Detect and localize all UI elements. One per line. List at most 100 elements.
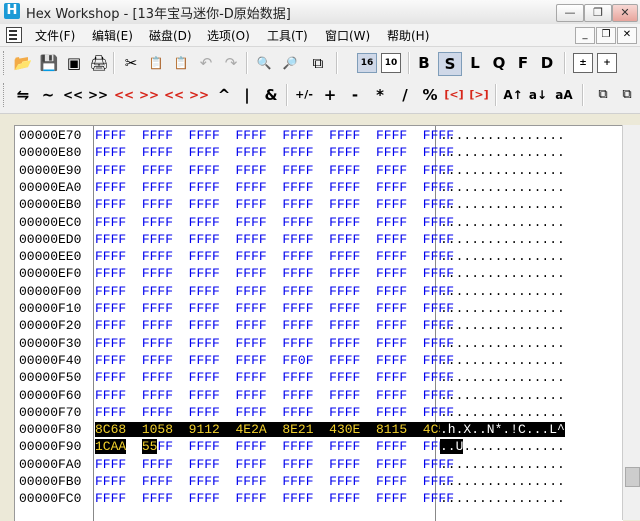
goto-icon[interactable]: ⧉ (307, 52, 329, 74)
hex-word[interactable]: FFFF (142, 388, 173, 403)
hex-word[interactable]: FFFF (376, 439, 407, 454)
hex-row[interactable]: 00000ED0 FFFF FFFF FFFF FFFF FFFF FFFF FF… (15, 232, 623, 249)
hex-word[interactable]: FFFF (235, 370, 266, 385)
hex-word[interactable]: FFFF (282, 301, 313, 316)
mdi-minimize-button[interactable]: _ (575, 27, 595, 44)
ascii-text[interactable]: ................ (440, 491, 565, 506)
properties-icon[interactable]: ⧉ (616, 84, 638, 106)
hex-word[interactable]: FFFF (142, 215, 173, 230)
hex-row[interactable]: 00000F20 FFFF FFFF FFFF FFFF FFFF FFFF FF… (15, 318, 623, 335)
hex-word[interactable]: FFFF (329, 301, 360, 316)
hex-word[interactable]: FFFF (189, 336, 220, 351)
minimize-button[interactable]: — (556, 4, 584, 22)
hex-word[interactable]: FFFF (376, 128, 407, 143)
uppercase-icon[interactable]: A↑ (502, 84, 524, 106)
hex-word[interactable]: FFFF (142, 197, 173, 212)
hex-bytes[interactable]: FFFF FFFF FFFF FFFF FFFF FFFF FFFF FFFF (95, 180, 454, 195)
hex-word[interactable]: FFFF (189, 405, 220, 420)
ascii-text[interactable]: ................ (440, 145, 565, 160)
hex-word[interactable]: FFFF (329, 284, 360, 299)
hex-row[interactable]: 00000F40 FFFF FFFF FFFF FFFF FF0F FFFF FF… (15, 353, 623, 370)
hex-word[interactable]: 430E (329, 422, 361, 438)
ascii-text[interactable]: ................ (440, 249, 565, 264)
ascii-text[interactable]: ................ (440, 301, 565, 316)
byte-button[interactable]: B (413, 52, 435, 74)
hex-word[interactable]: FFFF (282, 163, 313, 178)
hex-word[interactable]: FFFF (95, 491, 126, 506)
hex-word[interactable]: FFFF (142, 474, 173, 489)
hex-bytes[interactable]: FFFF FFFF FFFF FFFF FFFF FFFF FFFF FFFF (95, 318, 454, 333)
menu-disk[interactable]: 磁盘(D) (149, 27, 192, 44)
menu-tools[interactable]: 工具(T) (267, 27, 308, 44)
hex-word[interactable]: FFFF (376, 232, 407, 247)
hex-bytes[interactable]: FFFF FFFF FFFF FFFF FFFF FFFF FFFF FFFF (95, 215, 454, 230)
hex-word[interactable]: FFFF (329, 370, 360, 385)
ascii-text[interactable]: ................ (440, 457, 565, 472)
ascii-text[interactable]: ................ (440, 266, 565, 281)
hex-bytes[interactable]: FFFF FFFF FFFF FFFF FFFF FFFF FFFF FFFF (95, 405, 454, 420)
hex-word[interactable]: FFFF (329, 197, 360, 212)
hex-word[interactable]: FFFF (282, 284, 313, 299)
ascii-text[interactable]: ................ (440, 197, 565, 212)
hex-row[interactable]: 00000E70 FFFF FFFF FFFF FFFF FFFF FFFF FF… (15, 128, 623, 145)
hex-word[interactable]: 8115 (375, 422, 408, 438)
maximize-button[interactable]: ❐ (584, 4, 612, 22)
hex-word[interactable]: FFFF (95, 232, 126, 247)
hex-row[interactable]: 00000E90 FFFF FFFF FFFF FFFF FFFF FFFF FF… (15, 163, 623, 180)
hex-word[interactable]: FFFF (376, 474, 407, 489)
ascii-text[interactable]: ................ (440, 388, 565, 403)
hex-word[interactable]: FFFF (329, 145, 360, 160)
hex-word[interactable]: FFFF (95, 405, 126, 420)
hex-row[interactable]: 00000EC0 FFFF FFFF FFFF FFFF FFFF FFFF FF… (15, 215, 623, 232)
hex-word[interactable]: FFFF (235, 163, 266, 178)
hex-word[interactable]: 1058 (141, 422, 174, 438)
hex-word[interactable]: FFFF (235, 491, 266, 506)
block-right-icon[interactable]: [>] (468, 84, 490, 106)
swap-icon[interactable]: ⇋ (12, 84, 34, 106)
hex-row[interactable]: 00000FA0 FFFF FFFF FFFF FFFF FFFF FFFF FF… (15, 457, 623, 474)
hex-word[interactable]: FFFF (376, 301, 407, 316)
hex-word[interactable]: FFFF (189, 266, 220, 281)
hex-bytes[interactable]: FFFF FFFF FFFF FFFF FFFF FFFF FFFF FFFF (95, 301, 454, 316)
hex-word[interactable]: FFFF (142, 284, 173, 299)
ascii-text[interactable]: ................ (440, 284, 565, 299)
xor-icon[interactable]: ^ (213, 84, 235, 106)
hex-word[interactable]: FFFF (189, 439, 220, 454)
hex-bytes[interactable]: FFFF FFFF FFFF FFFF FFFF FFFF FFFF FFFF (95, 163, 454, 178)
hex-word[interactable]: FFFF (142, 266, 173, 281)
hex-word[interactable]: FFFF (142, 405, 173, 420)
hex-word[interactable]: FFFF (142, 353, 173, 368)
hex-word[interactable]: 8C68 (95, 422, 127, 438)
menu-file[interactable]: 文件(F) (35, 27, 75, 44)
compare-icon[interactable]: ⧉ (592, 84, 614, 106)
hex-word[interactable]: FFFF (235, 232, 266, 247)
hex-word[interactable]: FFFF (329, 405, 360, 420)
menu-edit[interactable]: 编辑(E) (92, 27, 133, 44)
hex-row[interactable]: 00000F70 FFFF FFFF FFFF FFFF FFFF FFFF FF… (15, 405, 623, 422)
hex-word[interactable]: FFFF (95, 318, 126, 333)
hex-word[interactable]: FFFF (142, 491, 173, 506)
hex-word[interactable]: FFFF (95, 197, 126, 212)
decimal-10-base-button[interactable]: 10 (381, 53, 401, 73)
cut-icon[interactable]: ✂ (120, 52, 142, 74)
ascii-text[interactable]: ................ (440, 353, 565, 368)
hex-word[interactable]: 9112 (188, 422, 220, 438)
hex-word[interactable]: 4E2A (235, 422, 267, 438)
hex-word[interactable]: FFFF (282, 457, 313, 472)
hex-word[interactable]: FFFF (376, 163, 407, 178)
hex-16-base-button[interactable]: 16 (357, 53, 377, 73)
hex-word[interactable]: FFFF (329, 232, 360, 247)
hex-word[interactable]: FFFF (329, 353, 360, 368)
hex-word[interactable]: FFFF (282, 318, 313, 333)
hex-word[interactable]: FFFF (95, 266, 126, 281)
ascii-text[interactable]: ................ (440, 405, 565, 420)
hex-word[interactable]: FFFF (189, 249, 220, 264)
hex-word[interactable]: FFFF (282, 197, 313, 212)
hex-word[interactable]: FFFF (282, 145, 313, 160)
hex-word[interactable]: FFFF (376, 284, 407, 299)
hex-word[interactable]: FFFF (142, 180, 173, 195)
hex-bytes[interactable]: FFFF FFFF FFFF FFFF FFFF FFFF FFFF FFFF (95, 266, 454, 281)
hex-word[interactable]: FFFF (376, 266, 407, 281)
hex-word[interactable]: FFFF (376, 249, 407, 264)
hex-editor-view[interactable]: 00000E70 FFFF FFFF FFFF FFFF FFFF FFFF FF… (14, 125, 623, 521)
